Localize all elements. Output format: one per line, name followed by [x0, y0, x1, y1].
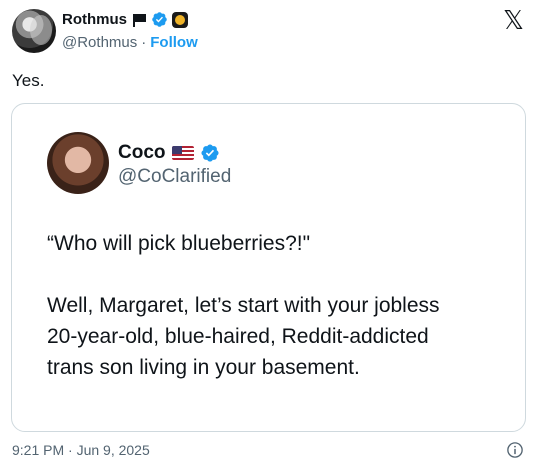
quoted-text-line: “Who will pick blueberries?!"	[47, 232, 311, 255]
us-flag-icon	[171, 146, 194, 160]
flag-icon	[131, 13, 147, 27]
quoted-text-line: trans son living in your basement.	[47, 356, 360, 379]
quoted-handle: @CoClarified	[118, 166, 232, 187]
info-icon[interactable]	[506, 441, 524, 459]
author-avatar[interactable]	[12, 9, 56, 53]
author-display-name[interactable]: Rothmus	[62, 11, 127, 28]
verified-icon	[152, 12, 167, 27]
quoted-author-avatar	[47, 132, 109, 194]
x-logo-icon[interactable]: 𝕏	[503, 8, 524, 34]
author-sub-row: @Rothmus · Follow	[62, 34, 198, 51]
verified-icon	[200, 144, 219, 162]
author-name-row: Rothmus	[62, 11, 188, 28]
badge-icon	[172, 11, 188, 28]
quoted-name-row: Coco	[118, 142, 220, 164]
tweet-text: Yes.	[12, 71, 45, 90]
follow-button[interactable]: Follow	[150, 34, 198, 51]
tweet-timestamp[interactable]: 9:21 PM · Jun 9, 2025	[12, 442, 150, 458]
separator: ·	[141, 34, 147, 51]
quoted-text-line: Well, Margaret, let’s start with your jo…	[47, 294, 440, 317]
author-handle[interactable]: @Rothmus	[62, 34, 137, 51]
quoted-display-name: Coco	[118, 142, 166, 163]
embedded-tweet: Rothmus @Rothmus · Follow 𝕏 Yes. Coco @C…	[0, 0, 538, 468]
quoted-tweet-card[interactable]: Coco @CoClarified “Who will pick blueber…	[11, 103, 526, 432]
quoted-text-line: 20-year-old, blue-haired, Reddit-addicte…	[47, 325, 429, 348]
